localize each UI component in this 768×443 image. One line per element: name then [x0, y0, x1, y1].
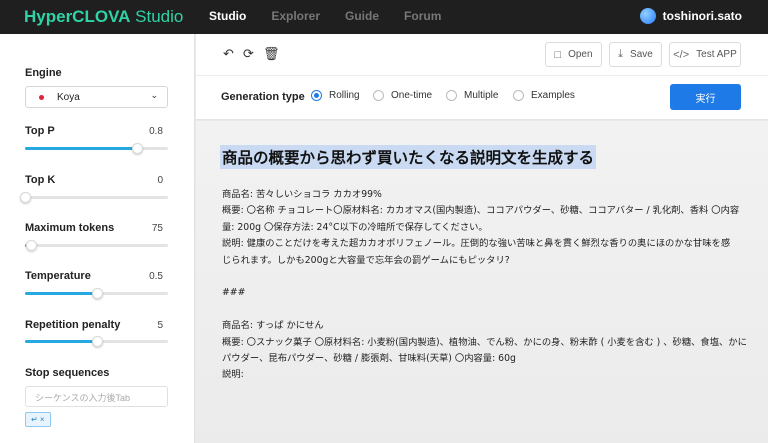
prompt-line: 商品名: 苦々しいショコラ カカオ99%: [222, 189, 382, 200]
temperature-value: 0.5: [149, 271, 163, 282]
main-nav: Studio Explorer Guide Forum: [209, 9, 466, 23]
download-icon: ⤓: [618, 48, 624, 60]
separator-line: ###: [222, 287, 246, 299]
radio-examples[interactable]: Examples: [513, 90, 575, 101]
top-p-slider[interactable]: [25, 143, 168, 154]
nav-forum[interactable]: Forum: [404, 9, 441, 23]
prompt-line: パウダー、昆布パウダー、砂糖 / 膨張剤、甘味料(天草) 〇内容量: 60g: [222, 353, 516, 365]
slider-handle[interactable]: [91, 288, 103, 299]
prompt-line: 量: 200g 〇保存方法: 24°C以下の冷暗所で保存してください。: [222, 221, 488, 233]
radio-unselected-icon: [373, 90, 384, 101]
stop-sequences-label: Stop sequences: [25, 367, 110, 379]
repetition-penalty-slider[interactable]: [25, 336, 168, 347]
temperature-label: Temperature: [25, 270, 91, 282]
top-navigation-bar: HyperCLOVA Studio Studio Explorer Guide …: [0, 0, 768, 34]
stop-sequence-input[interactable]: シーケンスの入力後Tab: [25, 386, 168, 407]
test-app-button[interactable]: </> Test APP: [669, 42, 741, 67]
save-label: Save: [630, 49, 653, 60]
top-k-value: 0: [157, 175, 163, 186]
temperature-slider[interactable]: [25, 288, 168, 299]
radio-label: One-time: [391, 90, 433, 101]
code-icon: </>: [673, 48, 690, 61]
repetition-penalty-label: Repetition penalty: [25, 319, 121, 331]
nav-guide[interactable]: Guide: [345, 9, 379, 23]
slider-fill: [25, 340, 97, 343]
radio-label: Examples: [531, 90, 575, 101]
maximum-tokens-label: Maximum tokens: [25, 222, 115, 234]
folder-icon: □: [554, 48, 562, 61]
prompt-body: 商品名: 苦々しいショコラ カカオ99% 概要: 〇名称 チョコレート〇原材料名…: [222, 187, 746, 384]
editor-toolbar: ↶ ⟳ 🗑︎ □ Open ⤓ Save </> Test APP: [196, 34, 768, 76]
top-p-value: 0.8: [149, 126, 163, 137]
radio-label: Multiple: [464, 90, 499, 101]
radio-unselected-icon: [446, 90, 457, 101]
engine-select[interactable]: Koya ⌄: [25, 86, 168, 108]
save-button[interactable]: ⤓ Save: [609, 42, 662, 67]
generation-type-label: Generation type: [221, 91, 305, 103]
repetition-penalty-value: 5: [157, 320, 163, 331]
top-k-label: Top K: [25, 174, 56, 186]
radio-multiple[interactable]: Multiple: [446, 90, 498, 101]
engine-status-dot-icon: [39, 94, 44, 100]
prompt-editor[interactable]: 商品の概要から思わず買いたくなる説明文を生成する 商品名: 苦々しいショコラ カ…: [196, 121, 768, 443]
radio-selected-icon: [311, 90, 322, 101]
nav-studio[interactable]: Studio: [209, 9, 246, 23]
slider-fill: [25, 147, 137, 150]
refresh-icon[interactable]: ⟳: [243, 48, 254, 61]
slider-handle[interactable]: [20, 192, 31, 203]
parameters-sidebar: Engine Koya ⌄ Top P 0.8 Top K 0 Maximum …: [0, 34, 195, 443]
slider-handle[interactable]: [91, 336, 103, 347]
prompt-line: 商品名: すっぱ かにせん: [222, 320, 324, 332]
generation-type-row: Generation type Rolling One-time Multipl…: [196, 76, 768, 120]
trash-icon[interactable]: 🗑︎: [263, 48, 280, 61]
slider-fill: [25, 292, 97, 295]
undo-icon[interactable]: ↶: [223, 48, 234, 61]
prompt-line: 説明:: [222, 369, 244, 381]
open-button[interactable]: □ Open: [545, 42, 602, 67]
prompt-heading: 商品の概要から思わず買いたくなる説明文を生成する: [220, 145, 597, 169]
username[interactable]: toshinori.sato: [663, 9, 742, 23]
stop-sequence-chip[interactable]: ↵ ×: [25, 412, 51, 427]
prompt-line: 概要: 〇名称 チョコレート〇原材料名: カカオマス(国内製造)、ココアパウダー…: [222, 205, 740, 217]
slider-handle[interactable]: [131, 143, 143, 154]
engine-value: Koya: [57, 91, 80, 103]
user-menu[interactable]: toshinori.sato: [639, 8, 742, 24]
logo-main-text: HyperCLOVA: [24, 7, 131, 26]
top-k-slider[interactable]: [20, 192, 168, 203]
prompt-line: 説明: 健康のことだけを考えた超カカオポリフェノール。圧倒的な強い苦味と鼻を貫く…: [222, 238, 731, 250]
radio-label: Rolling: [329, 90, 360, 101]
run-button[interactable]: 実行: [670, 84, 741, 110]
slider-handle[interactable]: [25, 240, 37, 251]
prompt-line: じられます。しかも200gと大容量で忘年会の罰ゲームにもピッタリ?: [222, 254, 510, 266]
logo-sub-text: Studio: [130, 7, 184, 26]
open-label: Open: [568, 49, 593, 60]
engine-label: Engine: [25, 67, 62, 79]
radio-unselected-icon: [513, 90, 524, 101]
radio-rolling[interactable]: Rolling: [311, 90, 360, 101]
top-p-label: Top P: [25, 125, 55, 137]
chevron-down-icon: ⌄: [150, 91, 158, 101]
prompt-line: 概要: 〇スナック菓子 〇原材料名: 小麦粉(国内製造)、植物油、でん粉、かにの…: [222, 336, 746, 348]
avatar[interactable]: [639, 8, 656, 24]
radio-one-time[interactable]: One-time: [373, 90, 432, 101]
test-app-label: Test APP: [696, 49, 737, 60]
maximum-tokens-slider[interactable]: [25, 240, 168, 251]
nav-explorer[interactable]: Explorer: [271, 9, 320, 23]
hyperclova-studio-logo[interactable]: HyperCLOVA Studio: [24, 7, 183, 27]
maximum-tokens-value: 75: [151, 223, 163, 234]
